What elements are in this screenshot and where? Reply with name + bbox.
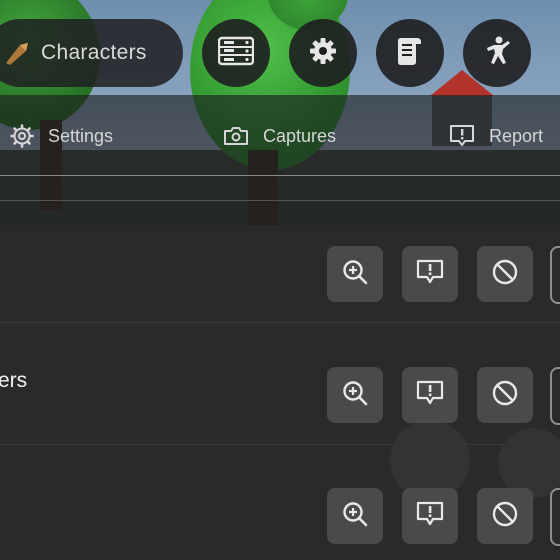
tab-divider: [0, 175, 560, 176]
tab-report[interactable]: Report: [449, 122, 543, 150]
character-icon: [2, 39, 32, 72]
tab-captures-label: Captures: [263, 125, 337, 146]
server-button[interactable]: [202, 19, 270, 87]
gear-icon: [308, 36, 338, 71]
row-divider: [0, 444, 560, 445]
emote-icon: [482, 35, 512, 72]
block-player-button[interactable]: [477, 246, 533, 302]
menu-overlay: [0, 95, 560, 225]
report-icon: [416, 380, 444, 411]
row-divider: [0, 322, 560, 323]
characters-button[interactable]: Characters: [0, 19, 183, 87]
report-icon: [416, 259, 444, 290]
block-icon: [491, 500, 519, 533]
player-list-panel: [0, 225, 560, 560]
block-icon: [491, 258, 519, 291]
block-player-button[interactable]: [477, 488, 533, 544]
server-icon: [217, 36, 255, 71]
report-icon: [416, 501, 444, 532]
camera-icon: [223, 125, 249, 147]
report-player-button[interactable]: [402, 367, 458, 423]
scroll-icon: [396, 35, 424, 72]
log-button[interactable]: [376, 19, 444, 87]
block-player-button[interactable]: [477, 367, 533, 423]
more-options-button[interactable]: [550, 488, 560, 546]
zoom-in-icon: [341, 500, 369, 533]
tab-report-label: Report: [489, 125, 544, 146]
more-options-button[interactable]: [550, 246, 560, 304]
report-player-button[interactable]: [402, 246, 458, 302]
gear-icon: [10, 124, 34, 148]
more-options-button[interactable]: [550, 367, 560, 425]
search-divider: [0, 200, 560, 201]
zoom-in-icon: [341, 258, 369, 291]
player-name: ers: [0, 369, 28, 392]
inspect-player-button[interactable]: [327, 488, 383, 544]
characters-label: Characters: [41, 41, 147, 64]
block-icon: [491, 379, 519, 412]
zoom-in-icon: [341, 379, 369, 412]
inspect-player-button[interactable]: [327, 367, 383, 423]
report-player-button[interactable]: [402, 488, 458, 544]
settings-button[interactable]: [289, 19, 357, 87]
emotes-button[interactable]: [463, 19, 531, 87]
tab-captures[interactable]: Captures: [223, 122, 336, 150]
tab-settings[interactable]: Settings: [10, 122, 113, 150]
tab-settings-label: Settings: [48, 125, 114, 146]
inspect-player-button[interactable]: [327, 246, 383, 302]
report-icon: [449, 124, 475, 148]
